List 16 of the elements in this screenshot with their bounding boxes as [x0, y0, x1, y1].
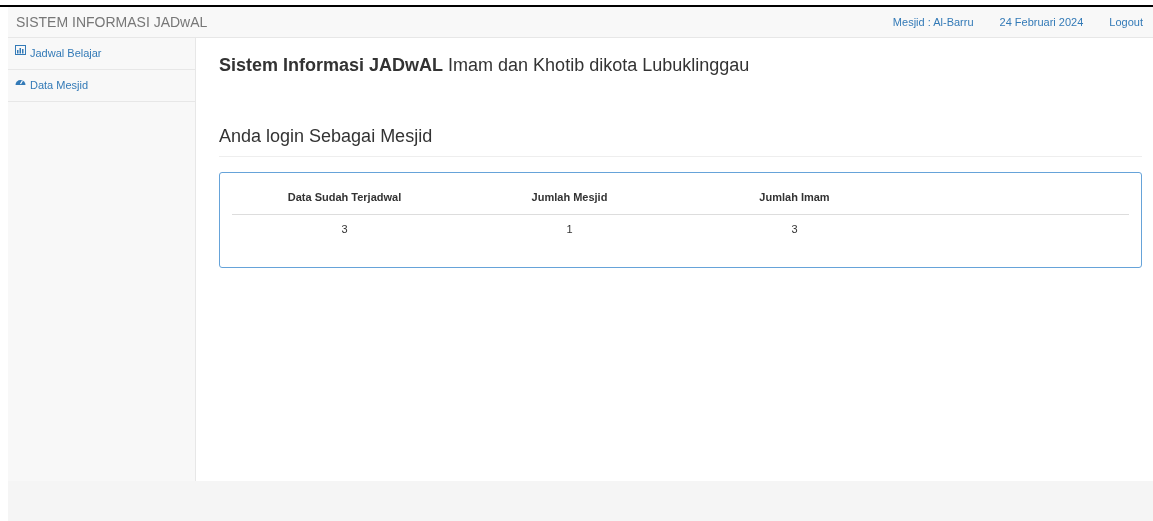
sidebar-item[interactable]: Jadwal Belajar — [8, 38, 195, 70]
nav-link[interactable]: 24 Februari 2024 — [999, 13, 1084, 31]
column-header: Data Sudah Terjadwal — [286, 190, 403, 205]
chart-icon — [15, 45, 26, 55]
column-header: Jumlah Mesjid — [530, 190, 609, 205]
column-header: Jumlah Imam — [758, 190, 831, 205]
table-cell-text: 3 — [790, 221, 799, 237]
page-heading: Sistem Informasi JADwAL Imam dan Khotib dikota Lubuklinggau — [219, 54, 751, 77]
dashboard-icon — [15, 77, 26, 86]
nav-link[interactable]: Logout — [1109, 13, 1143, 31]
table-cell-text: 1 — [565, 221, 574, 237]
sidebar-item[interactable]: Data Mesjid — [8, 70, 195, 102]
section-heading: Anda login Sebagai Mesjid — [219, 125, 434, 148]
nav-link[interactable]: Mesjid : Al-Barru — [892, 13, 974, 31]
table-cell-text: 3 — [340, 221, 349, 237]
brand-title[interactable]: SISTEM INFORMASI JADwAL — [16, 11, 208, 33]
